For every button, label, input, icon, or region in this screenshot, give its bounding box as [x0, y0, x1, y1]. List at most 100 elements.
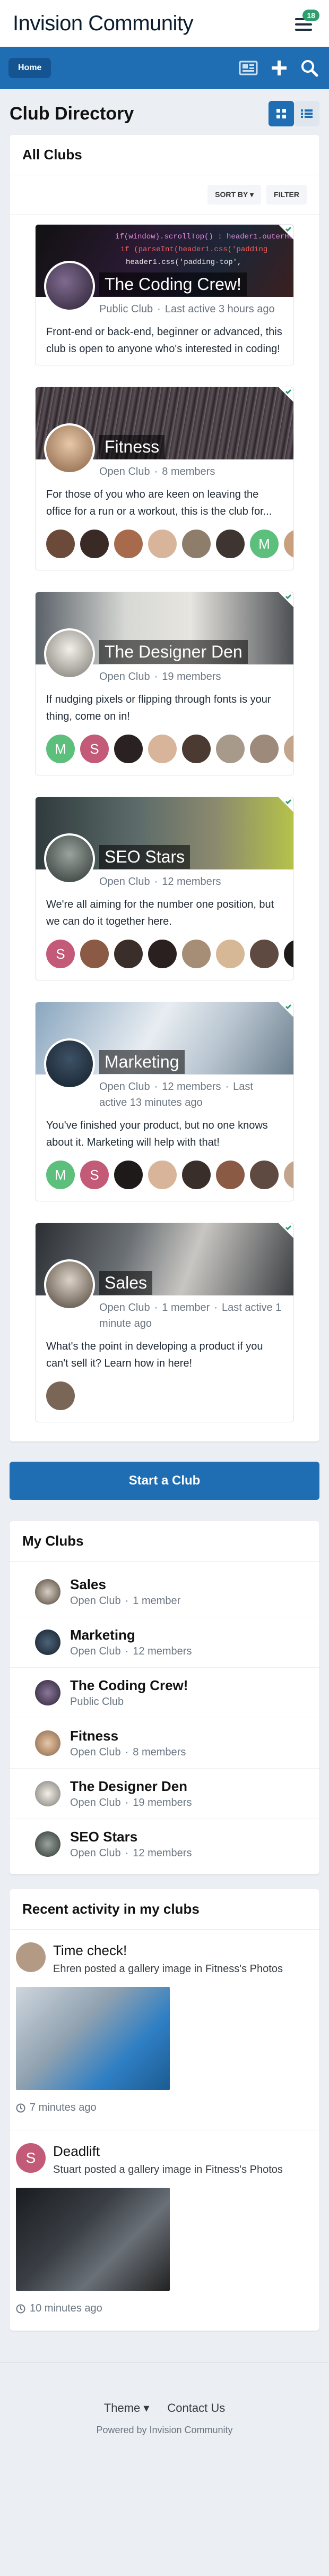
member-avatar[interactable]: M: [46, 735, 75, 763]
home-button[interactable]: Home: [8, 58, 51, 78]
club-description: For those of you who are keen on leaving…: [46, 489, 272, 517]
member-avatar[interactable]: [182, 530, 211, 558]
my-club-item[interactable]: The Coding Crew! Public Club: [10, 1668, 319, 1718]
activity-title-link[interactable]: Time check!: [53, 1942, 283, 1959]
all-clubs-title: All Clubs: [10, 135, 319, 175]
club-avatar: [35, 1831, 60, 1857]
club-member-count: 8 members: [133, 1746, 186, 1758]
my-club-name[interactable]: Sales: [70, 1576, 180, 1593]
user-avatar[interactable]: S: [16, 2143, 46, 2173]
site-title[interactable]: Invision Community: [13, 12, 194, 36]
gallery-image[interactable]: [16, 2188, 170, 2291]
member-avatar[interactable]: S: [80, 1161, 109, 1189]
club-description: What's the point in developing a product…: [46, 1341, 263, 1369]
member-avatar[interactable]: [114, 1161, 143, 1189]
member-avatar[interactable]: [250, 735, 279, 763]
member-avatar[interactable]: S: [80, 735, 109, 763]
member-avatar[interactable]: [46, 1381, 75, 1410]
club-card[interactable]: Marketing Open Club · 12 members · Last acti…: [35, 1002, 294, 1201]
member-avatar[interactable]: [284, 940, 293, 968]
clock-icon: [16, 2103, 25, 2112]
my-club-item[interactable]: Sales Open Club · 1 member: [10, 1567, 319, 1617]
search-icon[interactable]: [300, 59, 318, 77]
member-avatar[interactable]: [182, 940, 211, 968]
sort-by-button[interactable]: SORT BY ▾: [207, 185, 262, 204]
grid-view-button[interactable]: [269, 101, 294, 126]
member-avatar[interactable]: [148, 940, 177, 968]
my-club-item[interactable]: Marketing Open Club · 12 members: [10, 1617, 319, 1668]
my-club-item[interactable]: The Designer Den Open Club · 19 members: [10, 1769, 319, 1819]
member-avatar[interactable]: [284, 530, 293, 558]
member-avatar[interactable]: M: [46, 1161, 75, 1189]
my-club-meta: Open Club · 19 members: [70, 1797, 192, 1809]
news-icon[interactable]: [239, 60, 258, 76]
member-avatars: M S: [36, 732, 293, 775]
activity-description: Ehren posted a gallery image in Fitness'…: [53, 1963, 283, 1975]
member-avatars: [36, 1379, 293, 1422]
my-club-item[interactable]: Fitness Open Club · 8 members: [10, 1718, 319, 1769]
member-avatar[interactable]: [80, 530, 109, 558]
activity-description: Stuart posted a gallery image in Fitness…: [53, 2164, 283, 2176]
member-avatar[interactable]: [216, 530, 245, 558]
club-card[interactable]: SEO Stars Open Club · 12 members We're all…: [35, 797, 294, 980]
member-avatar[interactable]: [114, 940, 143, 968]
list-view-button[interactable]: [294, 101, 319, 126]
member-avatar[interactable]: [80, 940, 109, 968]
club-avatar: [35, 1730, 60, 1756]
my-club-name[interactable]: SEO Stars: [70, 1829, 192, 1845]
add-icon[interactable]: [271, 59, 288, 76]
club-description: We're all aiming for the number one posi…: [46, 899, 274, 927]
page-header: Club Directory: [0, 89, 329, 132]
contact-us-link[interactable]: Contact Us: [167, 2401, 225, 2415]
notification-badge: 18: [302, 10, 319, 21]
club-card[interactable]: if(window).scrollTop() : header1.outerHe…: [35, 224, 294, 365]
my-club-name[interactable]: The Designer Den: [70, 1778, 192, 1795]
my-club-item[interactable]: SEO Stars Open Club · 12 members: [10, 1819, 319, 1869]
club-name[interactable]: The Designer Den: [99, 640, 248, 664]
svg-text:header1.css('padding-top',: header1.css('padding-top',: [126, 258, 241, 267]
club-name[interactable]: Sales: [99, 1271, 153, 1295]
member-avatars: S: [36, 937, 293, 980]
member-avatar[interactable]: [284, 735, 293, 763]
my-club-name[interactable]: Marketing: [70, 1627, 192, 1643]
member-avatar[interactable]: [148, 735, 177, 763]
my-club-name[interactable]: The Coding Crew!: [70, 1677, 188, 1694]
member-avatar[interactable]: [250, 940, 279, 968]
user-avatar[interactable]: [16, 1942, 46, 1972]
member-avatar[interactable]: [114, 530, 143, 558]
filter-button[interactable]: FILTER: [266, 185, 307, 204]
club-card[interactable]: Sales Open Club · 1 member · Last active 1 m…: [35, 1223, 294, 1422]
activity-title-link[interactable]: Deadlift: [53, 2143, 283, 2160]
club-card[interactable]: The Designer Den Open Club · 19 members If…: [35, 592, 294, 775]
club-card[interactable]: Fitness Open Club · 8 members For those of…: [35, 387, 294, 570]
start-club-button[interactable]: Start a Club: [10, 1462, 319, 1500]
member-avatar[interactable]: [148, 1161, 177, 1189]
club-type: Open Club: [99, 1081, 150, 1093]
member-avatar[interactable]: [216, 1161, 245, 1189]
powered-by[interactable]: Powered by Invision Community: [0, 2425, 329, 2436]
member-avatar[interactable]: [216, 940, 245, 968]
club-avatar: [44, 423, 95, 474]
member-avatar[interactable]: [182, 735, 211, 763]
member-avatar[interactable]: [250, 1161, 279, 1189]
club-description: Front-end or back-end, beginner or advan…: [46, 326, 282, 355]
member-avatar[interactable]: [284, 1161, 293, 1189]
member-avatar[interactable]: [148, 530, 177, 558]
theme-selector[interactable]: Theme ▾: [104, 2401, 150, 2415]
club-name[interactable]: SEO Stars: [99, 845, 191, 869]
my-club-name[interactable]: Fitness: [70, 1728, 186, 1744]
member-avatar[interactable]: S: [46, 940, 75, 968]
member-avatar[interactable]: [182, 1161, 211, 1189]
member-avatar[interactable]: [216, 735, 245, 763]
club-type: Public Club: [70, 1696, 124, 1708]
member-avatar[interactable]: M: [250, 530, 279, 558]
member-avatar[interactable]: [114, 735, 143, 763]
member-avatar[interactable]: [46, 530, 75, 558]
menu-button[interactable]: 18: [291, 10, 319, 36]
club-name[interactable]: Fitness: [99, 435, 165, 459]
my-club-meta: Open Club · 8 members: [70, 1746, 186, 1758]
club-name[interactable]: The Coding Crew!: [99, 272, 247, 296]
club-avatar: [44, 833, 95, 884]
club-name[interactable]: Marketing: [99, 1050, 185, 1074]
gallery-image[interactable]: [16, 1987, 170, 2090]
